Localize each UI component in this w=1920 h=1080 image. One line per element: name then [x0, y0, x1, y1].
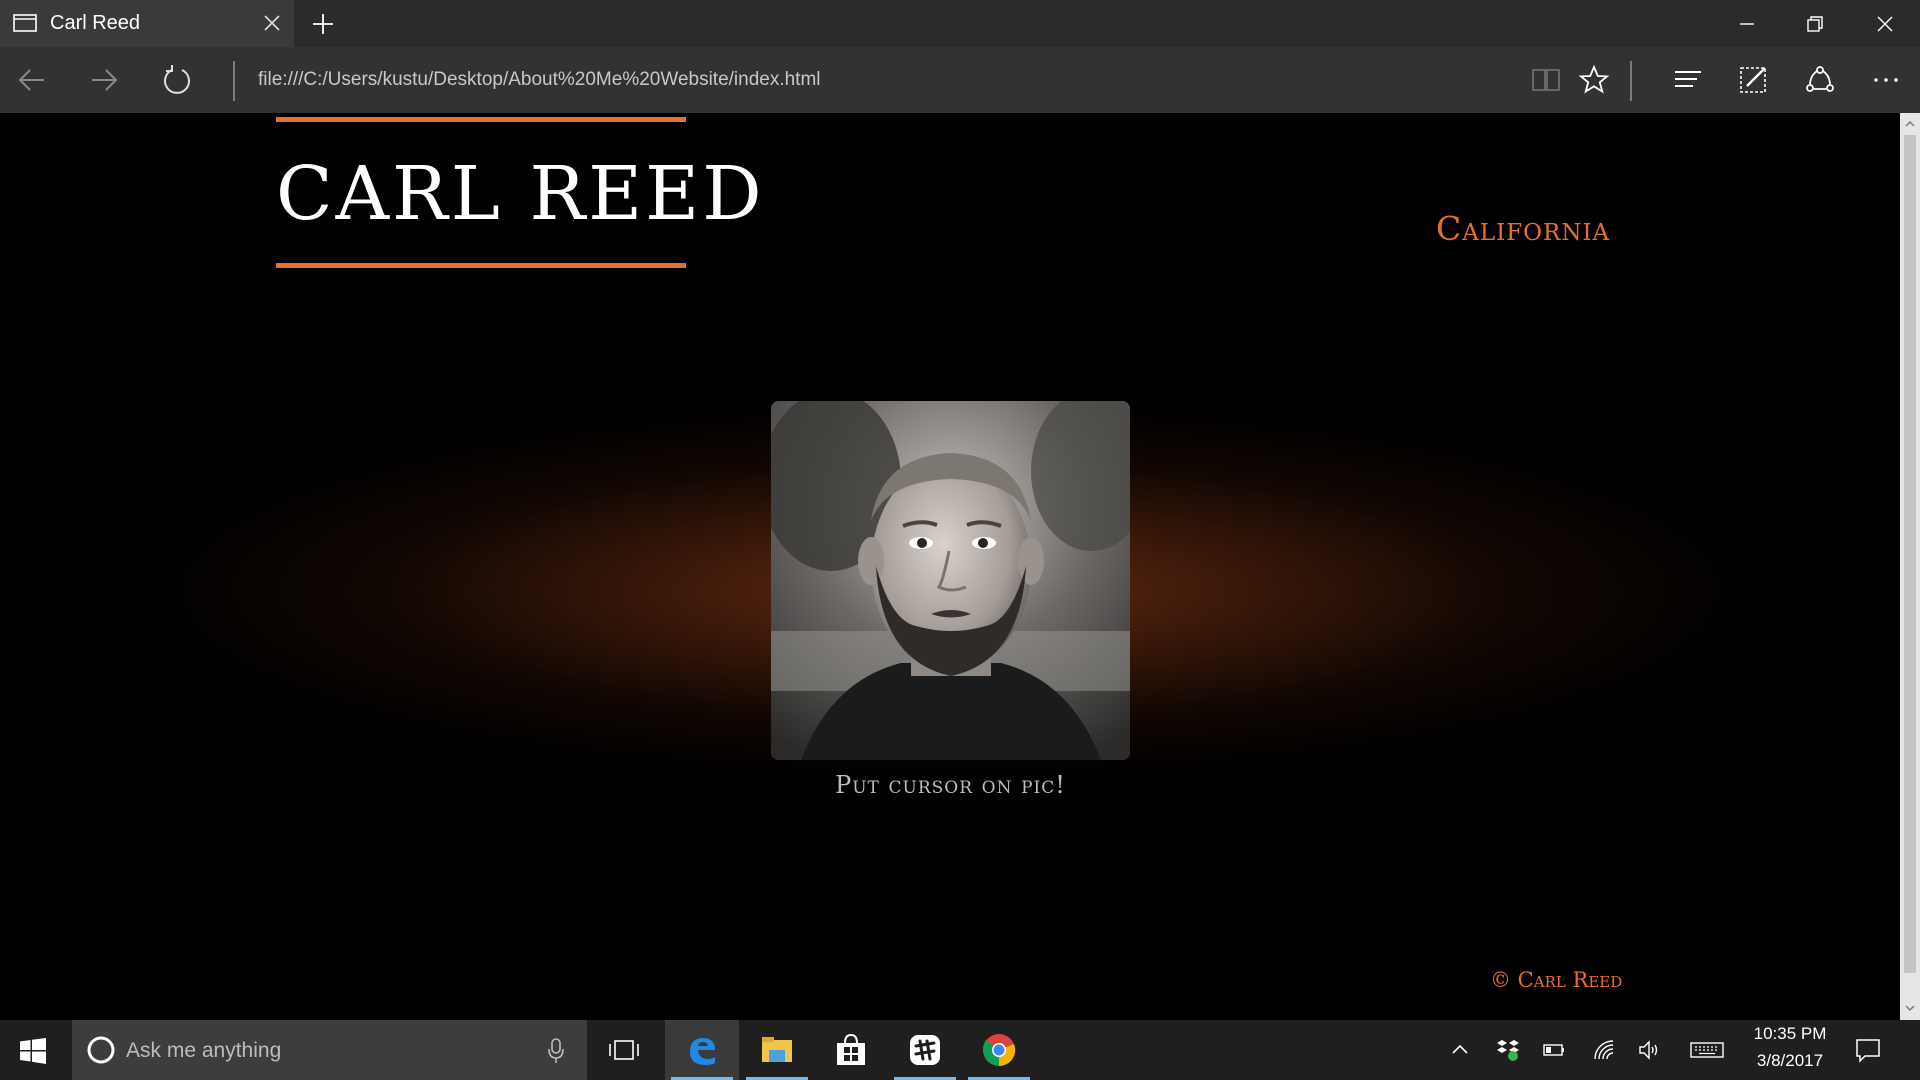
copyright-text: © Carl Reed: [1490, 968, 1623, 992]
forward-icon[interactable]: [88, 64, 120, 96]
windows-start-icon[interactable]: [20, 1038, 46, 1064]
tab-bar: Carl Reed: [0, 0, 1920, 47]
cortana-icon: [87, 1036, 115, 1064]
store-icon: [837, 1033, 865, 1065]
taskbar-app-edge[interactable]: [665, 1020, 739, 1080]
web-note-icon[interactable]: [1738, 64, 1770, 96]
taskbar-app-chrome[interactable]: [962, 1020, 1036, 1080]
task-view-icon[interactable]: [608, 1038, 640, 1062]
wifi-icon[interactable]: [1592, 1038, 1616, 1062]
navigation-bar: file:///C:/Users/kustu/Desktop/About%20M…: [0, 47, 1920, 113]
location-text: California: [1436, 209, 1611, 248]
clock-date[interactable]: 3/8/2017: [1750, 1051, 1830, 1071]
address-field[interactable]: file:///C:/Users/kustu/Desktop/About%20M…: [258, 69, 821, 91]
close-window-icon[interactable]: [1873, 12, 1897, 36]
taskbar-app-file-explorer[interactable]: [740, 1020, 814, 1080]
microphone-icon[interactable]: [546, 1037, 566, 1065]
taskbar: Ask me anything: [0, 1020, 1920, 1080]
site-title: CARL REED: [276, 151, 765, 237]
show-hidden-icons-icon[interactable]: [1448, 1038, 1472, 1062]
taskbar-app-store[interactable]: [814, 1020, 888, 1080]
battery-icon[interactable]: [1542, 1038, 1566, 1062]
vertical-scrollbar[interactable]: [1900, 113, 1920, 1020]
restore-icon[interactable]: [1803, 12, 1827, 36]
address-divider: [233, 61, 235, 101]
share-icon[interactable]: [1804, 64, 1836, 96]
clock-time[interactable]: 10:35 PM: [1750, 1024, 1830, 1044]
search-placeholder: Ask me anything: [126, 1039, 282, 1062]
scroll-up-icon[interactable]: [1905, 119, 1915, 129]
touch-keyboard-icon[interactable]: [1690, 1038, 1724, 1062]
close-tab-icon[interactable]: [262, 13, 282, 33]
tab-title: Carl Reed: [50, 12, 141, 34]
action-center-icon[interactable]: [1855, 1037, 1881, 1063]
title-rule-bottom: [276, 263, 686, 268]
toolbar-divider: [1630, 61, 1632, 101]
back-icon[interactable]: [16, 64, 48, 96]
file-explorer-icon: [762, 1037, 792, 1062]
slack-icon: [910, 1035, 940, 1065]
hub-icon[interactable]: [1672, 64, 1704, 96]
tab-page-icon: [13, 14, 37, 32]
dropbox-icon[interactable]: [1496, 1038, 1520, 1062]
more-icon[interactable]: [1870, 64, 1902, 96]
web-page: CARL REED California Put cursor on pic! …: [0, 113, 1900, 1020]
reading-view-icon[interactable]: [1530, 64, 1562, 96]
chrome-icon: [983, 1034, 1016, 1067]
refresh-icon[interactable]: [161, 64, 193, 96]
title-rule-top: [276, 117, 686, 122]
photo-caption: Put cursor on pic!: [835, 771, 1066, 799]
volume-icon[interactable]: [1638, 1038, 1662, 1062]
portrait-image: [771, 401, 1130, 760]
scroll-down-icon[interactable]: [1905, 1003, 1915, 1013]
favorite-star-icon[interactable]: [1578, 64, 1610, 96]
edge-icon: [690, 1038, 715, 1065]
taskbar-app-slack[interactable]: [888, 1020, 962, 1080]
profile-photo[interactable]: [771, 401, 1130, 760]
new-tab-icon[interactable]: [311, 12, 335, 36]
scroll-thumb[interactable]: [1904, 135, 1916, 973]
cortana-search-box[interactable]: Ask me anything: [72, 1020, 587, 1080]
browser-tab[interactable]: Carl Reed: [0, 0, 294, 47]
minimize-icon[interactable]: [1735, 12, 1759, 36]
